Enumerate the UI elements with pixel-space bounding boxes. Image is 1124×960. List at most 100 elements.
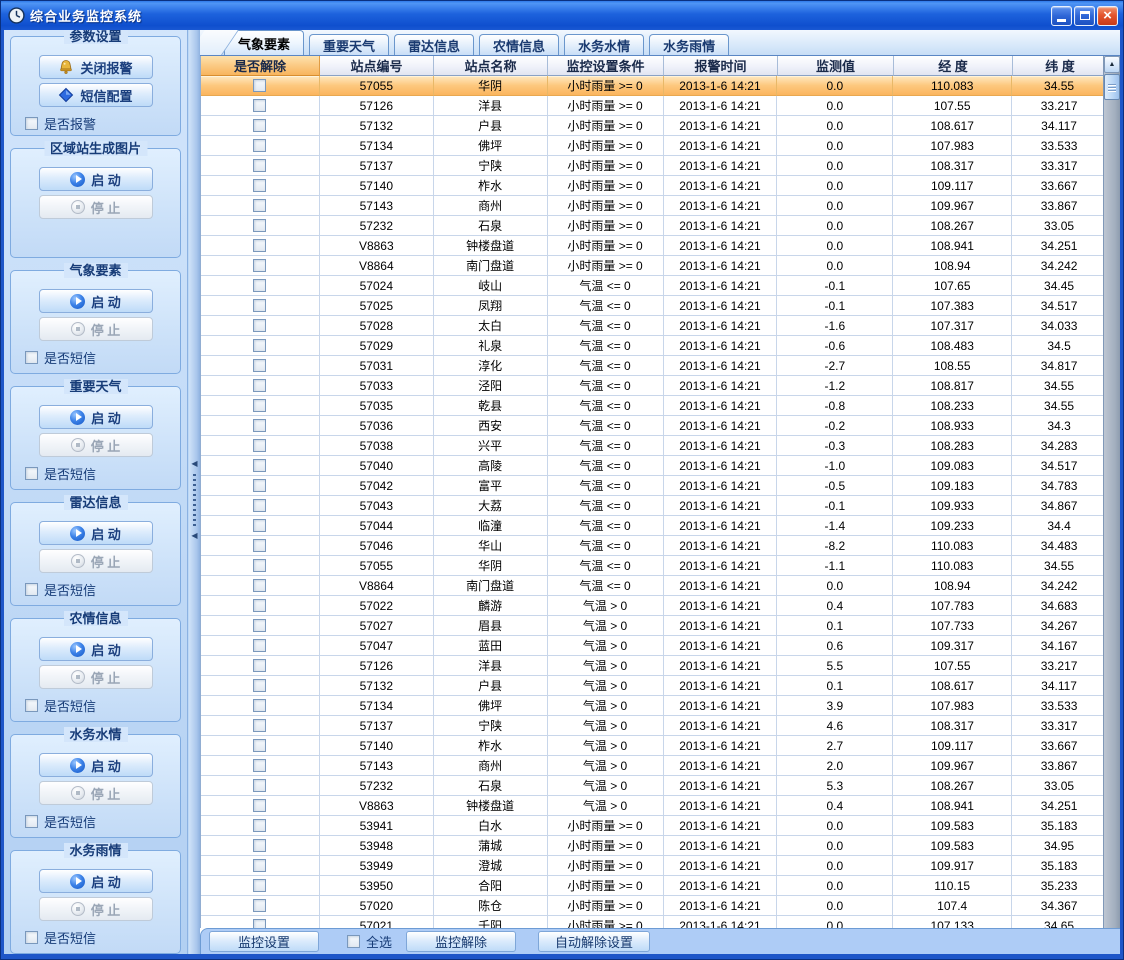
sms-config-button[interactable]: 短信配置 [39,83,153,107]
row-checkbox[interactable] [253,559,266,572]
table-row[interactable]: 57232石泉小时雨量 >= 02013-1-6 14:210.0108.267… [201,216,1107,236]
column-header[interactable]: 报警时间 [664,56,778,76]
table-row[interactable]: 57137宁陕小时雨量 >= 02013-1-6 14:210.0108.317… [201,156,1107,176]
minimize-button[interactable] [1051,6,1072,26]
table-row[interactable]: 57043大荔气温 <= 02013-1-6 14:21-0.1109.9333… [201,496,1107,516]
important-weather-start-button[interactable]: 启 动 [39,405,153,429]
table-row[interactable]: 57137宁陕气温 > 02013-1-6 14:214.6108.31733.… [201,716,1107,736]
region-image-start-button[interactable]: 启 动 [39,167,153,191]
table-row[interactable]: 57140柞水气温 > 02013-1-6 14:212.7109.11733.… [201,736,1107,756]
row-checkbox[interactable] [253,919,266,928]
table-row[interactable]: 57035乾县气温 <= 02013-1-6 14:21-0.8108.2333… [201,396,1107,416]
tab-item[interactable]: 水务水情 [564,34,644,55]
agri-info-sms-checkbox[interactable]: 是否短信 [25,696,96,715]
table-row[interactable]: 57031淳化气温 <= 02013-1-6 14:21-2.7108.5534… [201,356,1107,376]
table-row[interactable]: 57055华阴小时雨量 >= 02013-1-6 14:210.0110.083… [201,76,1107,96]
row-checkbox[interactable] [253,859,266,872]
scrollbar-thumb[interactable] [1104,74,1120,100]
table-row[interactable]: 57044临潼气温 <= 02013-1-6 14:21-1.4109.2333… [201,516,1107,536]
row-checkbox[interactable] [253,379,266,392]
table-row[interactable]: 57126洋县气温 > 02013-1-6 14:215.5107.5533.2… [201,656,1107,676]
row-checkbox[interactable] [253,339,266,352]
table-row[interactable]: 53948蒲城小时雨量 >= 02013-1-6 14:210.0109.583… [201,836,1107,856]
table-row[interactable]: 57040高陵气温 <= 02013-1-6 14:21-1.0109.0833… [201,456,1107,476]
water-level-stop-button[interactable]: 停 止 [39,781,153,805]
table-row[interactable]: 57143商州小时雨量 >= 02013-1-6 14:210.0109.967… [201,196,1107,216]
tab-item[interactable]: 重要天气 [309,34,389,55]
row-checkbox[interactable] [253,779,266,792]
row-checkbox[interactable] [253,819,266,832]
column-header[interactable]: 经 度 [894,56,1013,76]
splitter-grip-icon[interactable] [193,474,196,526]
row-checkbox[interactable] [253,319,266,332]
weather-elements-sms-checkbox[interactable]: 是否短信 [25,348,96,367]
row-checkbox[interactable] [253,419,266,432]
row-checkbox[interactable] [253,299,266,312]
weather-elements-start-button[interactable]: 启 动 [39,289,153,313]
row-checkbox[interactable] [253,179,266,192]
table-row[interactable]: 57132户县小时雨量 >= 02013-1-6 14:210.0108.617… [201,116,1107,136]
row-checkbox[interactable] [253,759,266,772]
row-checkbox[interactable] [253,579,266,592]
table-row[interactable]: 57029礼泉气温 <= 02013-1-6 14:21-0.6108.4833… [201,336,1107,356]
table-row[interactable]: V8864南门盘道气温 <= 02013-1-6 14:210.0108.943… [201,576,1107,596]
table-row[interactable]: 57132户县气温 > 02013-1-6 14:210.1108.61734.… [201,676,1107,696]
column-header[interactable]: 是否解除 [201,56,320,76]
row-checkbox[interactable] [253,739,266,752]
important-weather-sms-checkbox[interactable]: 是否短信 [25,464,96,483]
row-checkbox[interactable] [253,479,266,492]
monitor-release-button[interactable]: 监控解除 [406,931,516,952]
row-checkbox[interactable] [253,639,266,652]
row-checkbox[interactable] [253,359,266,372]
water-rain-start-button[interactable]: 启 动 [39,869,153,893]
row-checkbox[interactable] [253,399,266,412]
table-row[interactable]: 57024岐山气温 <= 02013-1-6 14:21-0.1107.6534… [201,276,1107,296]
water-rain-stop-button[interactable]: 停 止 [39,897,153,921]
select-all-checkbox[interactable]: 全选 [347,932,392,951]
table-row[interactable]: V8864南门盘道小时雨量 >= 02013-1-6 14:210.0108.9… [201,256,1107,276]
row-checkbox[interactable] [253,139,266,152]
column-header[interactable]: 站点名称 [434,56,548,76]
row-checkbox[interactable] [253,679,266,692]
table-row[interactable]: 57134佛坪气温 > 02013-1-6 14:213.9107.98333.… [201,696,1107,716]
row-checkbox[interactable] [253,799,266,812]
row-checkbox[interactable] [253,539,266,552]
tab-item[interactable]: 水务雨情 [649,34,729,55]
table-row[interactable]: V8863钟楼盘道气温 > 02013-1-6 14:210.4108.9413… [201,796,1107,816]
table-row[interactable]: 57027眉县气温 > 02013-1-6 14:210.1107.73334.… [201,616,1107,636]
table-row[interactable]: 57025凤翔气温 <= 02013-1-6 14:21-0.1107.3833… [201,296,1107,316]
weather-elements-stop-button[interactable]: 停 止 [39,317,153,341]
monitor-settings-button[interactable]: 监控设置 [209,931,319,952]
row-checkbox[interactable] [253,719,266,732]
row-checkbox[interactable] [253,79,266,92]
row-checkbox[interactable] [253,99,266,112]
row-checkbox[interactable] [253,699,266,712]
sidebar-splitter[interactable]: ◀ ◀ [189,30,200,954]
splitter-collapse-icon[interactable]: ◀ [191,460,197,468]
table-row[interactable]: 53949澄城小时雨量 >= 02013-1-6 14:210.0109.917… [201,856,1107,876]
param-settings-alarm-checkbox[interactable]: 是否报警 [25,114,96,133]
close-alarm-button[interactable]: 关闭报警 [39,55,153,79]
row-checkbox[interactable] [253,619,266,632]
table-row[interactable]: 53941白水小时雨量 >= 02013-1-6 14:210.0109.583… [201,816,1107,836]
table-row[interactable]: 57143商州气温 > 02013-1-6 14:212.0109.96733.… [201,756,1107,776]
row-checkbox[interactable] [253,659,266,672]
table-row[interactable]: V8863钟楼盘道小时雨量 >= 02013-1-6 14:210.0108.9… [201,236,1107,256]
row-checkbox[interactable] [253,439,266,452]
row-checkbox[interactable] [253,519,266,532]
row-checkbox[interactable] [253,459,266,472]
row-checkbox[interactable] [253,119,266,132]
tab-item[interactable]: 雷达信息 [394,34,474,55]
column-header[interactable]: 纬 度 [1013,56,1108,76]
radar-info-start-button[interactable]: 启 动 [39,521,153,545]
row-checkbox[interactable] [253,199,266,212]
region-image-stop-button[interactable]: 停 止 [39,195,153,219]
table-row[interactable]: 57232石泉气温 > 02013-1-6 14:215.3108.26733.… [201,776,1107,796]
row-checkbox[interactable] [253,499,266,512]
table-row[interactable]: 57020陈仓小时雨量 >= 02013-1-6 14:210.0107.434… [201,896,1107,916]
column-header[interactable]: 监测值 [778,56,894,76]
close-button[interactable]: × [1097,6,1118,26]
table-row[interactable]: 53950合阳小时雨量 >= 02013-1-6 14:210.0110.153… [201,876,1107,896]
water-rain-sms-checkbox[interactable]: 是否短信 [25,928,96,947]
row-checkbox[interactable] [253,219,266,232]
